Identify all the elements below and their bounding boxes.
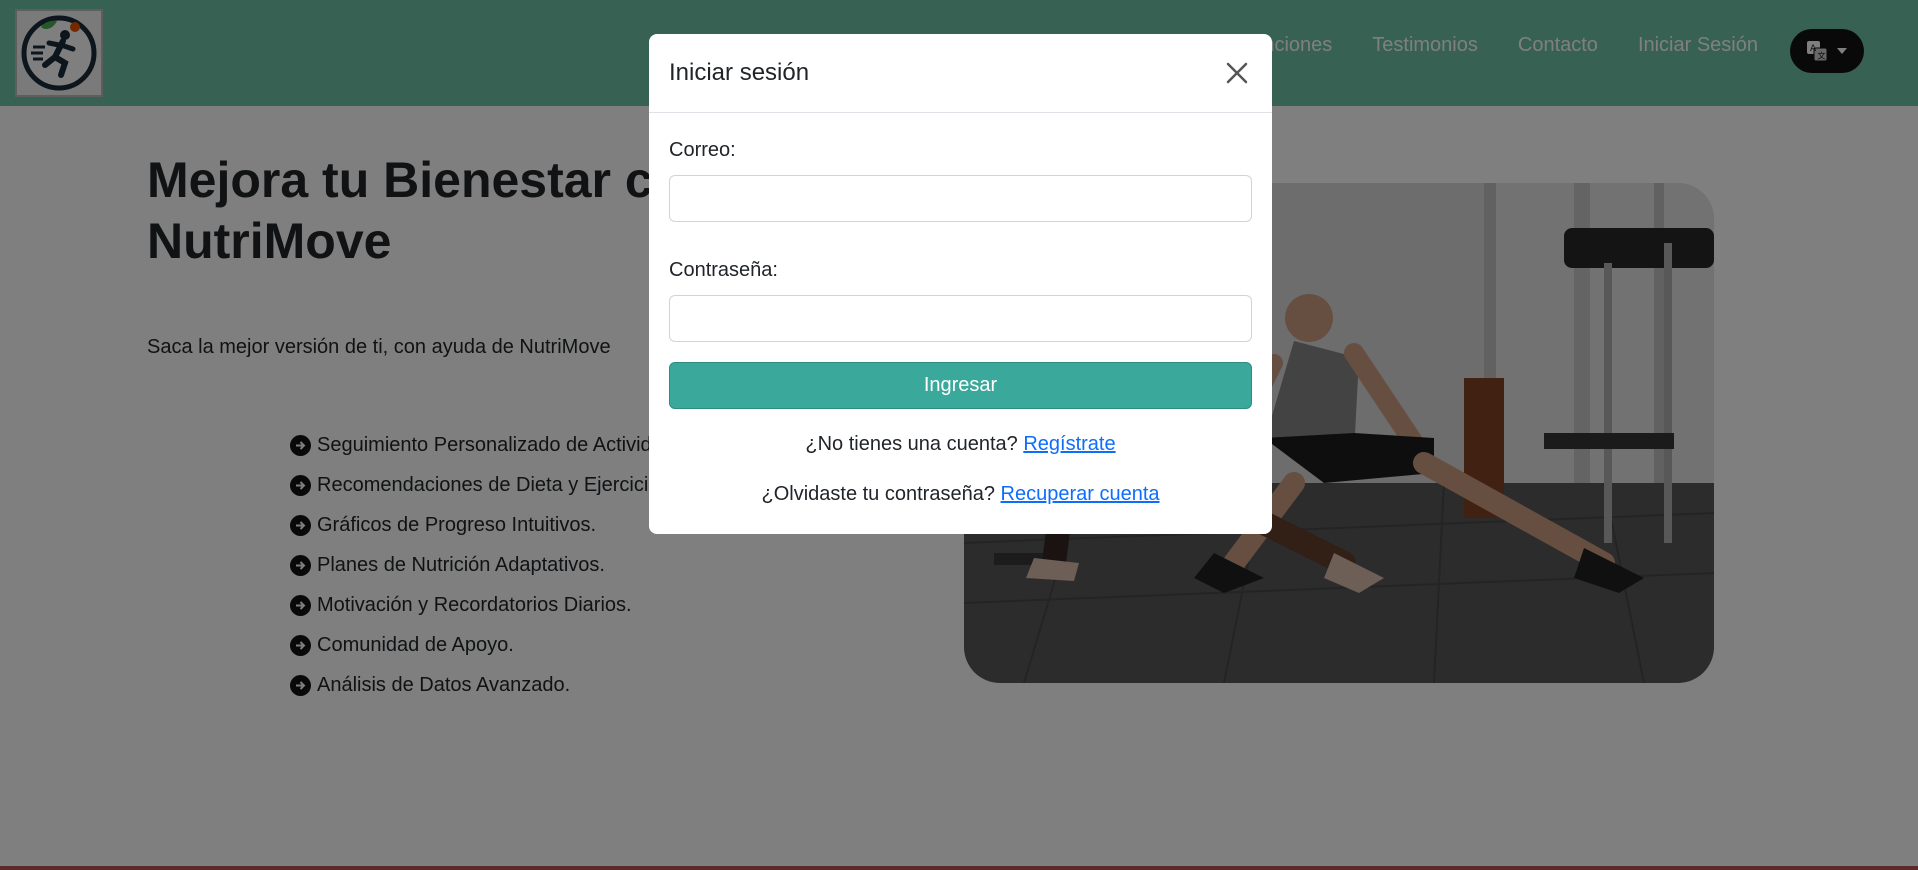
register-prompt: ¿No tienes una cuenta? Regístrate (669, 433, 1252, 456)
modal-title: Iniciar sesión (669, 59, 810, 86)
password-label: Contraseña: (669, 259, 778, 281)
close-icon (1226, 62, 1248, 84)
register-link[interactable]: Regístrate (1023, 433, 1115, 455)
no-account-text: ¿No tienes una cuenta? (805, 433, 1018, 455)
page-bottom-border (0, 866, 1918, 870)
modal-header: Iniciar sesión (649, 34, 1272, 113)
login-modal: Iniciar sesión Correo: Contraseña: Ingre… (649, 34, 1272, 534)
login-submit-button[interactable]: Ingresar (669, 362, 1252, 409)
modal-body: Correo: Contraseña: Ingresar ¿No tienes … (649, 113, 1272, 506)
close-button[interactable] (1222, 58, 1252, 88)
recover-prompt: ¿Olvidaste tu contraseña? Recuperar cuen… (669, 483, 1252, 506)
email-label: Correo: (669, 139, 736, 161)
forgot-password-text: ¿Olvidaste tu contraseña? (761, 483, 995, 505)
recover-account-link[interactable]: Recuperar cuenta (1001, 483, 1160, 505)
password-field[interactable] (669, 295, 1252, 342)
email-field[interactable] (669, 175, 1252, 222)
